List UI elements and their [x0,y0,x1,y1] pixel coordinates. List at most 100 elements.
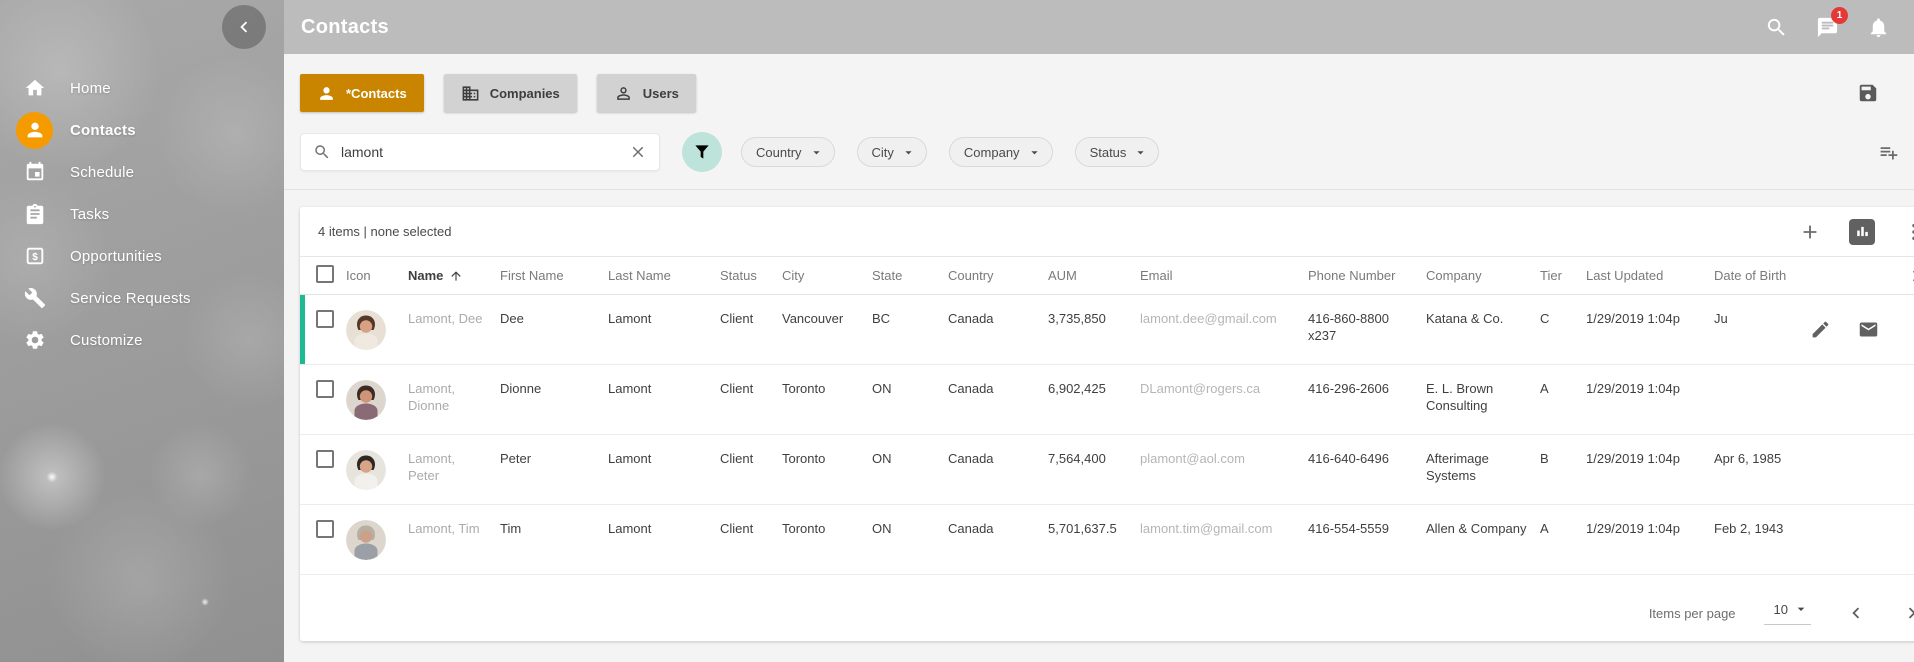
cell-first_name: Peter [500,435,608,475]
filter-chip-city[interactable]: City [857,137,927,167]
filter-section: Country City Company Status [284,132,1914,190]
select-all-checkbox[interactable] [300,265,346,286]
cell-last_name: Lamont [608,295,720,335]
page-size-select[interactable]: 10 [1764,601,1811,625]
avatar [346,365,408,420]
chart-view-button[interactable] [1849,219,1875,245]
sidebar-item-tasks[interactable]: Tasks [0,193,284,235]
row-checkbox[interactable] [300,505,346,541]
cell-status: Client [720,505,782,545]
column-header-phone[interactable]: Phone Number [1308,268,1426,283]
entity-tabs: *Contacts Companies Users [300,74,716,112]
home-icon [16,70,53,107]
table-row[interactable]: Lamont, PeterPeterLamontClientTorontoONC… [300,435,1914,505]
add-contact-button[interactable] [1797,219,1823,245]
previous-page-button[interactable] [1845,602,1867,624]
tab-companies[interactable]: Companies [444,74,577,112]
save-button[interactable] [1855,80,1881,106]
column-header-aum[interactable]: AUM [1048,268,1140,283]
avatar [346,435,408,490]
column-header-icon[interactable]: Icon [346,268,408,283]
sidebar-item-label: Contacts [70,122,136,139]
table-toolbar: 4 items | none selected [300,207,1914,257]
column-header-status[interactable]: Status [720,268,782,283]
clear-search-button[interactable] [625,139,651,165]
notifications-bell-icon[interactable] [1860,9,1896,45]
cell-country: Canada [948,505,1048,545]
cell-email: DLamont@rogers.ca [1140,365,1308,405]
sidebar-item-schedule[interactable]: Schedule [0,151,284,193]
cell-name: Lamont, Dionne [408,365,500,422]
email-envelope-icon[interactable] [1858,319,1879,340]
edit-pencil-icon[interactable] [1810,319,1831,340]
cell-city: Toronto [782,365,872,405]
cell-state: ON [872,365,948,405]
sidebar-item-label: Service Requests [70,290,191,307]
sidebar-item-contacts[interactable]: Contacts [0,109,284,151]
cell-last_updated: 1/29/2019 1:04p [1586,295,1714,335]
sidebar-item-home[interactable]: Home [0,67,284,109]
messages-icon[interactable]: 1 [1809,9,1845,45]
sidebar-item-label: Opportunities [70,248,162,265]
sidebar-item-opportunities[interactable]: $Opportunities [0,235,284,277]
person-icon [16,112,53,149]
building-icon [461,84,480,103]
search-input[interactable] [339,143,625,161]
column-header-city[interactable]: City [782,268,872,283]
cell-first_name: Tim [500,505,608,545]
sidebar: Home Contacts Schedule Tasks$Opportunities S… [0,0,284,662]
cell-email: lamont.tim@gmail.com [1140,505,1308,545]
tab-users[interactable]: Users [597,74,696,112]
filter-funnel-button[interactable] [682,132,722,172]
column-header-country[interactable]: Country [948,268,1048,283]
cell-country: Canada [948,295,1048,335]
cell-state: BC [872,295,948,335]
tabs-kebab-menu[interactable] [1907,80,1914,106]
column-header-email[interactable]: Email [1140,268,1308,283]
cell-phone: 416-296-2606 [1308,365,1426,405]
row-checkbox[interactable] [300,295,346,331]
filter-chip-status[interactable]: Status [1075,137,1160,167]
sidebar-item-service-requests[interactable]: Service Requests [0,277,284,319]
row-checkbox[interactable] [300,435,346,471]
cell-company: E. L. Brown Consulting [1426,365,1540,422]
items-per-page-label: Items per page [1649,606,1736,621]
column-header-last_updated[interactable]: Last Updated [1586,268,1714,283]
filter-list-actions [1875,139,1914,165]
filter-chip-company[interactable]: Company [949,137,1053,167]
table-kebab-menu[interactable] [1901,219,1914,245]
person-outline-icon [614,84,633,103]
column-header-state[interactable]: State [872,268,948,283]
cell-aum: 3,735,850 [1048,295,1140,335]
cell-status: Client [720,435,782,475]
row-kebab-menu[interactable] [1906,319,1914,340]
column-header-date_of_birth[interactable]: Date of Birth [1714,268,1810,283]
playlist-add-icon[interactable] [1875,139,1901,165]
tab-contacts[interactable]: *Contacts [300,74,424,112]
sidebar-item-customize[interactable]: Customize [0,319,284,361]
app-root: Home Contacts Schedule Tasks$Opportunities S… [0,0,1914,662]
cell-last_name: Lamont [608,505,720,545]
next-page-button[interactable] [1901,602,1914,624]
filter-chip-country[interactable]: Country [741,137,835,167]
caret-down-icon [901,145,916,160]
column-header-company[interactable]: Company [1426,268,1540,283]
cell-tier: C [1540,295,1586,335]
search-icon[interactable] [1758,9,1794,45]
selection-summary: 4 items | none selected [318,224,451,239]
scroll-columns-right-icon[interactable] [1905,265,1914,287]
page-title: Contacts [301,16,389,39]
table-row[interactable]: Lamont, DeeDeeLamontClientVancouverBCCan… [300,295,1914,365]
column-header-name[interactable]: Name [408,268,500,283]
row-checkbox[interactable] [300,365,346,401]
column-header-first_name[interactable]: First Name [500,268,608,283]
sidebar-item-label: Schedule [70,164,134,181]
table-row[interactable]: Lamont, TimTimLamontClientTorontoONCanad… [300,505,1914,575]
sidebar-collapse-button[interactable] [222,5,266,49]
cell-phone: 416-860-8800 x237 [1308,295,1426,352]
cell-aum: 5,701,637.5 [1048,505,1140,545]
column-header-last_name[interactable]: Last Name [608,268,720,283]
column-header-tier[interactable]: Tier [1540,268,1586,283]
table-row[interactable]: Lamont, DionneDionneLamontClientTorontoO… [300,365,1914,435]
cell-city: Vancouver [782,295,872,335]
